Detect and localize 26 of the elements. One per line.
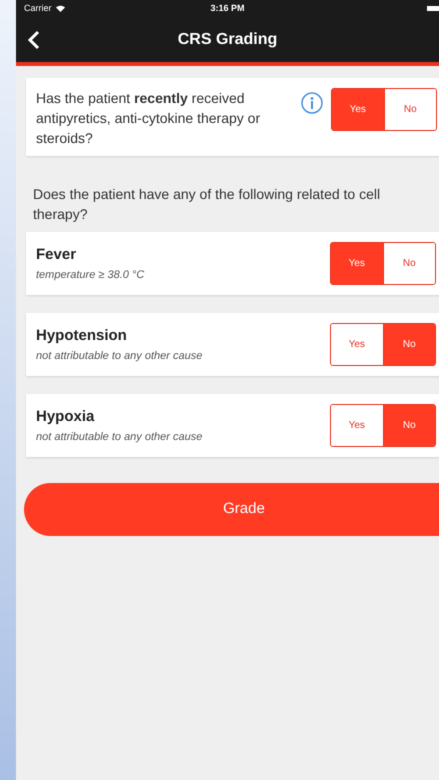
toggle-option[interactable]: Yes <box>331 243 382 284</box>
back-icon[interactable] <box>28 30 40 50</box>
carrier-name: Carrier <box>24 2 52 15</box>
toggle-option[interactable]: No <box>382 405 435 446</box>
symptom-subtitle: not attributable to any other cause <box>36 430 202 444</box>
wifi-icon <box>56 5 65 12</box>
toggle-option[interactable]: No <box>384 89 436 130</box>
yes-no-toggle[interactable]: Yes No <box>330 242 436 285</box>
symptom-subtitle: not attributable to any other cause <box>36 348 202 364</box>
toggle-option[interactable]: No <box>382 243 435 284</box>
instruction-text: Does the patient have any of the following related to cell therapy? <box>33 185 382 224</box>
symptom-title: Hypotension <box>36 326 128 346</box>
symptom-title: Hypoxia <box>36 407 96 427</box>
yes-no-toggle[interactable]: Yes No <box>331 88 437 131</box>
question-text: Has the patient recently received antipyretics, anti-cytokine therapy or steroids? <box>36 89 262 148</box>
symptom-title: Fever <box>36 245 78 265</box>
yes-no-toggle[interactable]: Yes No <box>330 404 436 447</box>
toggle-option[interactable]: Yes <box>332 89 384 130</box>
toggle-option[interactable]: No <box>382 324 435 365</box>
screen-title: CRS Grading <box>178 30 278 50</box>
status-time: 3:16 PM <box>210 2 244 15</box>
yes-no-toggle[interactable]: Yes No <box>330 323 436 366</box>
info-icon[interactable] <box>301 92 323 114</box>
battery-icon <box>427 6 439 11</box>
symptom-subtitle: temperature ≥ 38.0 °C <box>36 268 144 282</box>
grade-button[interactable]: Grade <box>24 483 439 536</box>
